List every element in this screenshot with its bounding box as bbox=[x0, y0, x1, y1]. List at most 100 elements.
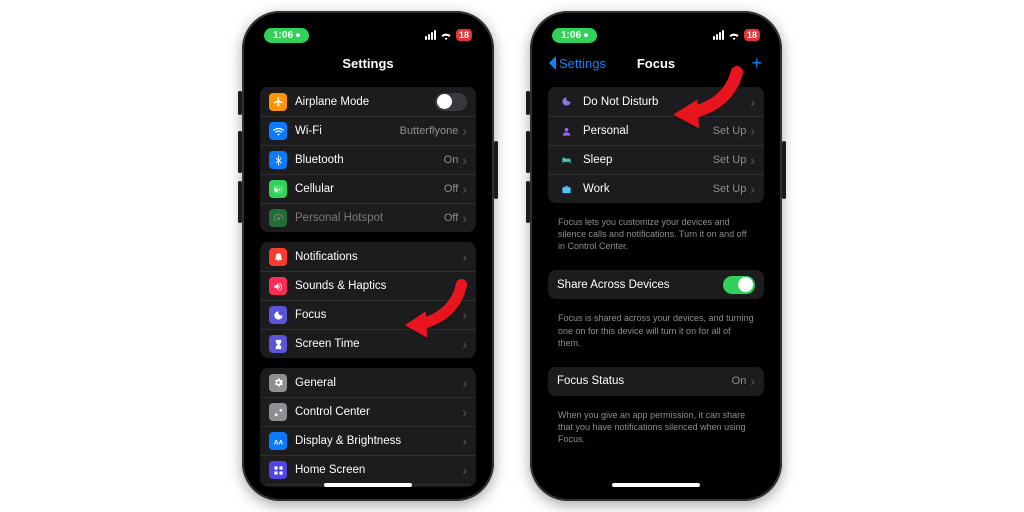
signal-icon bbox=[713, 30, 724, 40]
row-personal-hotspot[interactable]: Personal HotspotOff › bbox=[260, 203, 476, 232]
row-work[interactable]: WorkSet Up› bbox=[548, 174, 764, 203]
row-label: Personal Hotspot bbox=[295, 212, 444, 224]
add-button[interactable]: + bbox=[751, 53, 762, 74]
chevron-left-icon bbox=[548, 56, 557, 70]
row-label: Focus Status bbox=[557, 375, 732, 387]
row-label: Cellular bbox=[295, 183, 444, 195]
page-title: Focus bbox=[637, 56, 675, 71]
row-value: Set Up bbox=[713, 154, 747, 166]
row-label: Wi-Fi bbox=[295, 125, 400, 137]
grid-icon bbox=[269, 461, 287, 479]
row-label: Display & Brightness bbox=[295, 435, 462, 447]
toggle[interactable] bbox=[723, 276, 755, 294]
row-label: Share Across Devices bbox=[557, 279, 723, 291]
svg-text:AA: AA bbox=[273, 439, 283, 446]
page-title: Settings bbox=[342, 56, 393, 71]
chevron-right-icon: › bbox=[750, 182, 755, 196]
moon-icon bbox=[269, 306, 287, 324]
settings-group: General›Control Center›AADisplay & Brigh… bbox=[260, 368, 476, 487]
chevron-right-icon: › bbox=[750, 124, 755, 138]
home-indicator[interactable] bbox=[324, 483, 412, 487]
row-personal[interactable]: PersonalSet Up› bbox=[548, 116, 764, 145]
row-bluetooth[interactable]: BluetoothOn› bbox=[260, 145, 476, 174]
row-label: Work bbox=[583, 183, 713, 195]
row-do-not-disturb[interactable]: Do Not Disturb› bbox=[548, 87, 764, 116]
aa-icon: AA bbox=[269, 432, 287, 450]
hourglass-icon bbox=[269, 335, 287, 353]
row-home-screen[interactable]: Home Screen› bbox=[260, 455, 476, 484]
row-sounds-haptics[interactable]: Sounds & Haptics› bbox=[260, 271, 476, 300]
chevron-right-icon: › bbox=[462, 463, 467, 477]
row-value: On bbox=[732, 375, 747, 387]
phone-left: 1:06 18 Settings Airplane ModeWi-FiButte… bbox=[242, 11, 494, 501]
row-value: Off bbox=[444, 212, 458, 224]
switches-icon bbox=[269, 403, 287, 421]
section-footer: Focus is shared across your devices, and… bbox=[548, 309, 764, 356]
row-value: Off bbox=[444, 183, 458, 195]
row-label: Sleep bbox=[583, 154, 713, 166]
chevron-right-icon: › bbox=[462, 124, 467, 138]
row-label: Home Screen bbox=[295, 464, 462, 476]
row-value: Set Up bbox=[713, 183, 747, 195]
chevron-right-icon: › bbox=[462, 250, 467, 264]
chevron-right-icon: › bbox=[462, 308, 467, 322]
row-sleep[interactable]: SleepSet Up› bbox=[548, 145, 764, 174]
row-value: Set Up bbox=[713, 125, 747, 137]
chevron-right-icon: › bbox=[462, 182, 467, 196]
settings-group: Airplane ModeWi-FiButterflyone›Bluetooth… bbox=[260, 87, 476, 232]
row-label: Bluetooth bbox=[295, 154, 444, 166]
row-label: Focus bbox=[295, 309, 462, 321]
row-label: Sounds & Haptics bbox=[295, 280, 462, 292]
row-share-across-devices[interactable]: Share Across Devices bbox=[548, 270, 764, 299]
row-label: Airplane Mode bbox=[295, 96, 435, 108]
screen-focus: 1:06 18 Settings Focus + Do Not Disturb›… bbox=[540, 21, 772, 491]
battery-badge: 18 bbox=[744, 29, 760, 41]
nav-bar: Settings bbox=[252, 49, 484, 77]
nav-bar: Settings Focus + bbox=[540, 49, 772, 77]
gear-icon bbox=[269, 374, 287, 392]
chevron-right-icon: › bbox=[462, 405, 467, 419]
section-footer: When you give an app permission, it can … bbox=[548, 406, 764, 453]
speaker-icon bbox=[269, 277, 287, 295]
chevron-right-icon: › bbox=[462, 211, 467, 225]
airplane-icon bbox=[269, 93, 287, 111]
bed-icon bbox=[557, 151, 575, 169]
settings-list[interactable]: Airplane ModeWi-FiButterflyone›Bluetooth… bbox=[252, 77, 484, 487]
time-pill: 1:06 bbox=[264, 28, 309, 43]
row-control-center[interactable]: Control Center› bbox=[260, 397, 476, 426]
screen-settings: 1:06 18 Settings Airplane ModeWi-FiButte… bbox=[252, 21, 484, 491]
focus-list[interactable]: Do Not Disturb›PersonalSet Up›SleepSet U… bbox=[540, 77, 772, 487]
chevron-right-icon: › bbox=[750, 374, 755, 388]
bluetooth-icon bbox=[269, 151, 287, 169]
cellular-icon bbox=[269, 180, 287, 198]
row-label: Do Not Disturb bbox=[583, 96, 750, 108]
row-cellular[interactable]: CellularOff › bbox=[260, 174, 476, 203]
row-wi-fi[interactable]: Wi-FiButterflyone› bbox=[260, 116, 476, 145]
signal-icon bbox=[425, 30, 436, 40]
notch bbox=[314, 21, 422, 43]
row-notifications[interactable]: Notifications› bbox=[260, 242, 476, 271]
chevron-right-icon: › bbox=[462, 434, 467, 448]
back-button[interactable]: Settings bbox=[548, 56, 606, 71]
row-display-brightness[interactable]: AA Display & Brightness› bbox=[260, 426, 476, 455]
briefcase-icon bbox=[557, 180, 575, 198]
row-general[interactable]: General› bbox=[260, 368, 476, 397]
row-airplane-mode[interactable]: Airplane Mode bbox=[260, 87, 476, 116]
row-focus-status[interactable]: Focus StatusOn› bbox=[548, 367, 764, 396]
chevron-right-icon: › bbox=[462, 337, 467, 351]
chevron-right-icon: › bbox=[462, 279, 467, 293]
row-label: General bbox=[295, 377, 462, 389]
row-screen-time[interactable]: Screen Time› bbox=[260, 329, 476, 358]
home-indicator[interactable] bbox=[612, 483, 700, 487]
section-footer: Focus lets you customize your devices an… bbox=[548, 213, 764, 260]
notch bbox=[602, 21, 710, 43]
wifi-icon bbox=[440, 31, 452, 40]
toggle[interactable] bbox=[435, 93, 467, 111]
row-focus[interactable]: Focus› bbox=[260, 300, 476, 329]
row-label: Control Center bbox=[295, 406, 462, 418]
row-label: Screen Time bbox=[295, 338, 462, 350]
settings-group: Focus StatusOn› bbox=[548, 367, 764, 396]
row-label: Personal bbox=[583, 125, 713, 137]
settings-group: Do Not Disturb›PersonalSet Up›SleepSet U… bbox=[548, 87, 764, 203]
chevron-right-icon: › bbox=[750, 95, 755, 109]
